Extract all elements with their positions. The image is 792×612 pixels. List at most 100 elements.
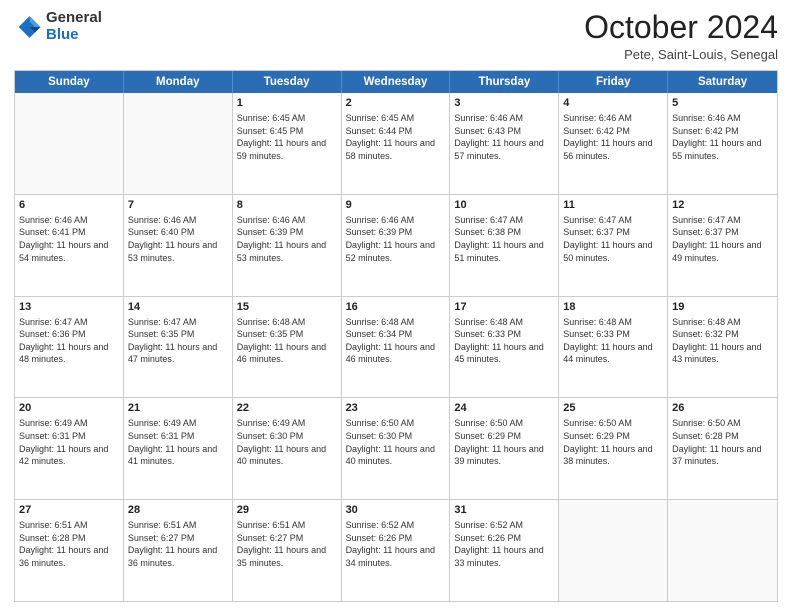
day-number: 20 (19, 401, 119, 416)
weekday-header-thursday: Thursday (450, 71, 559, 93)
day-number: 15 (237, 300, 337, 315)
day-number: 9 (346, 198, 446, 213)
calendar-cell: 2Sunrise: 6:45 AM Sunset: 6:44 PM Daylig… (342, 93, 451, 194)
day-info: Sunrise: 6:52 AM Sunset: 6:26 PM Dayligh… (454, 519, 554, 569)
day-number: 17 (454, 300, 554, 315)
day-info: Sunrise: 6:46 AM Sunset: 6:43 PM Dayligh… (454, 112, 554, 162)
day-info: Sunrise: 6:47 AM Sunset: 6:35 PM Dayligh… (128, 316, 228, 366)
header-right: October 2024 Pete, Saint-Louis, Senegal (584, 10, 778, 62)
weekday-header-tuesday: Tuesday (233, 71, 342, 93)
calendar-cell: 17Sunrise: 6:48 AM Sunset: 6:33 PM Dayli… (450, 297, 559, 398)
day-number: 25 (563, 401, 663, 416)
calendar-cell: 20Sunrise: 6:49 AM Sunset: 6:31 PM Dayli… (15, 398, 124, 499)
day-info: Sunrise: 6:49 AM Sunset: 6:30 PM Dayligh… (237, 417, 337, 467)
day-number: 11 (563, 198, 663, 213)
day-info: Sunrise: 6:46 AM Sunset: 6:39 PM Dayligh… (237, 214, 337, 264)
weekday-header-friday: Friday (559, 71, 668, 93)
day-info: Sunrise: 6:49 AM Sunset: 6:31 PM Dayligh… (128, 417, 228, 467)
calendar-cell: 22Sunrise: 6:49 AM Sunset: 6:30 PM Dayli… (233, 398, 342, 499)
day-info: Sunrise: 6:46 AM Sunset: 6:42 PM Dayligh… (563, 112, 663, 162)
day-number: 1 (237, 96, 337, 111)
day-info: Sunrise: 6:45 AM Sunset: 6:44 PM Dayligh… (346, 112, 446, 162)
day-info: Sunrise: 6:50 AM Sunset: 6:29 PM Dayligh… (454, 417, 554, 467)
day-info: Sunrise: 6:51 AM Sunset: 6:27 PM Dayligh… (128, 519, 228, 569)
day-number: 12 (672, 198, 773, 213)
logo-blue-text: Blue (46, 27, 102, 44)
calendar-cell: 13Sunrise: 6:47 AM Sunset: 6:36 PM Dayli… (15, 297, 124, 398)
day-info: Sunrise: 6:48 AM Sunset: 6:34 PM Dayligh… (346, 316, 446, 366)
day-number: 21 (128, 401, 228, 416)
day-number: 13 (19, 300, 119, 315)
calendar-cell: 7Sunrise: 6:46 AM Sunset: 6:40 PM Daylig… (124, 195, 233, 296)
day-number: 2 (346, 96, 446, 111)
month-title: October 2024 (584, 10, 778, 45)
day-info: Sunrise: 6:46 AM Sunset: 6:42 PM Dayligh… (672, 112, 773, 162)
calendar-cell: 12Sunrise: 6:47 AM Sunset: 6:37 PM Dayli… (668, 195, 777, 296)
calendar-cell (15, 93, 124, 194)
calendar-row-3: 13Sunrise: 6:47 AM Sunset: 6:36 PM Dayli… (15, 296, 777, 398)
day-info: Sunrise: 6:51 AM Sunset: 6:28 PM Dayligh… (19, 519, 119, 569)
logo-general-text: General (46, 10, 102, 27)
day-info: Sunrise: 6:50 AM Sunset: 6:28 PM Dayligh… (672, 417, 773, 467)
day-info: Sunrise: 6:48 AM Sunset: 6:33 PM Dayligh… (563, 316, 663, 366)
calendar-cell: 23Sunrise: 6:50 AM Sunset: 6:30 PM Dayli… (342, 398, 451, 499)
day-number: 28 (128, 503, 228, 518)
day-number: 10 (454, 198, 554, 213)
calendar-cell (559, 500, 668, 601)
calendar-cell: 16Sunrise: 6:48 AM Sunset: 6:34 PM Dayli… (342, 297, 451, 398)
logo-text: General Blue (46, 10, 102, 43)
weekday-header-wednesday: Wednesday (342, 71, 451, 93)
day-number: 19 (672, 300, 773, 315)
day-info: Sunrise: 6:47 AM Sunset: 6:36 PM Dayligh… (19, 316, 119, 366)
calendar-cell: 21Sunrise: 6:49 AM Sunset: 6:31 PM Dayli… (124, 398, 233, 499)
day-number: 22 (237, 401, 337, 416)
calendar-cell (124, 93, 233, 194)
day-info: Sunrise: 6:52 AM Sunset: 6:26 PM Dayligh… (346, 519, 446, 569)
calendar-cell: 18Sunrise: 6:48 AM Sunset: 6:33 PM Dayli… (559, 297, 668, 398)
calendar-cell: 24Sunrise: 6:50 AM Sunset: 6:29 PM Dayli… (450, 398, 559, 499)
calendar-body: 1Sunrise: 6:45 AM Sunset: 6:45 PM Daylig… (15, 93, 777, 601)
calendar-cell: 9Sunrise: 6:46 AM Sunset: 6:39 PM Daylig… (342, 195, 451, 296)
day-number: 14 (128, 300, 228, 315)
day-number: 29 (237, 503, 337, 518)
calendar-row-4: 20Sunrise: 6:49 AM Sunset: 6:31 PM Dayli… (15, 397, 777, 499)
day-number: 23 (346, 401, 446, 416)
day-number: 7 (128, 198, 228, 213)
day-info: Sunrise: 6:48 AM Sunset: 6:33 PM Dayligh… (454, 316, 554, 366)
calendar-cell: 26Sunrise: 6:50 AM Sunset: 6:28 PM Dayli… (668, 398, 777, 499)
calendar-cell: 15Sunrise: 6:48 AM Sunset: 6:35 PM Dayli… (233, 297, 342, 398)
header: General Blue October 2024 Pete, Saint-Lo… (14, 10, 778, 62)
day-number: 16 (346, 300, 446, 315)
calendar-cell: 8Sunrise: 6:46 AM Sunset: 6:39 PM Daylig… (233, 195, 342, 296)
calendar-cell: 10Sunrise: 6:47 AM Sunset: 6:38 PM Dayli… (450, 195, 559, 296)
calendar-cell: 29Sunrise: 6:51 AM Sunset: 6:27 PM Dayli… (233, 500, 342, 601)
calendar-cell: 19Sunrise: 6:48 AM Sunset: 6:32 PM Dayli… (668, 297, 777, 398)
day-number: 6 (19, 198, 119, 213)
day-number: 27 (19, 503, 119, 518)
calendar-cell: 6Sunrise: 6:46 AM Sunset: 6:41 PM Daylig… (15, 195, 124, 296)
day-number: 30 (346, 503, 446, 518)
logo-icon (14, 13, 42, 41)
weekday-header-saturday: Saturday (668, 71, 777, 93)
day-number: 31 (454, 503, 554, 518)
day-info: Sunrise: 6:50 AM Sunset: 6:29 PM Dayligh… (563, 417, 663, 467)
calendar-cell: 30Sunrise: 6:52 AM Sunset: 6:26 PM Dayli… (342, 500, 451, 601)
day-info: Sunrise: 6:50 AM Sunset: 6:30 PM Dayligh… (346, 417, 446, 467)
day-info: Sunrise: 6:46 AM Sunset: 6:39 PM Dayligh… (346, 214, 446, 264)
day-info: Sunrise: 6:47 AM Sunset: 6:37 PM Dayligh… (563, 214, 663, 264)
calendar-cell: 4Sunrise: 6:46 AM Sunset: 6:42 PM Daylig… (559, 93, 668, 194)
calendar-cell: 5Sunrise: 6:46 AM Sunset: 6:42 PM Daylig… (668, 93, 777, 194)
calendar-cell: 31Sunrise: 6:52 AM Sunset: 6:26 PM Dayli… (450, 500, 559, 601)
calendar-cell: 25Sunrise: 6:50 AM Sunset: 6:29 PM Dayli… (559, 398, 668, 499)
calendar-row-1: 1Sunrise: 6:45 AM Sunset: 6:45 PM Daylig… (15, 93, 777, 194)
day-info: Sunrise: 6:45 AM Sunset: 6:45 PM Dayligh… (237, 112, 337, 162)
day-info: Sunrise: 6:46 AM Sunset: 6:40 PM Dayligh… (128, 214, 228, 264)
calendar-cell: 3Sunrise: 6:46 AM Sunset: 6:43 PM Daylig… (450, 93, 559, 194)
logo: General Blue (14, 10, 102, 43)
day-info: Sunrise: 6:51 AM Sunset: 6:27 PM Dayligh… (237, 519, 337, 569)
calendar-row-5: 27Sunrise: 6:51 AM Sunset: 6:28 PM Dayli… (15, 499, 777, 601)
day-info: Sunrise: 6:48 AM Sunset: 6:32 PM Dayligh… (672, 316, 773, 366)
day-info: Sunrise: 6:49 AM Sunset: 6:31 PM Dayligh… (19, 417, 119, 467)
day-number: 26 (672, 401, 773, 416)
calendar-cell: 11Sunrise: 6:47 AM Sunset: 6:37 PM Dayli… (559, 195, 668, 296)
